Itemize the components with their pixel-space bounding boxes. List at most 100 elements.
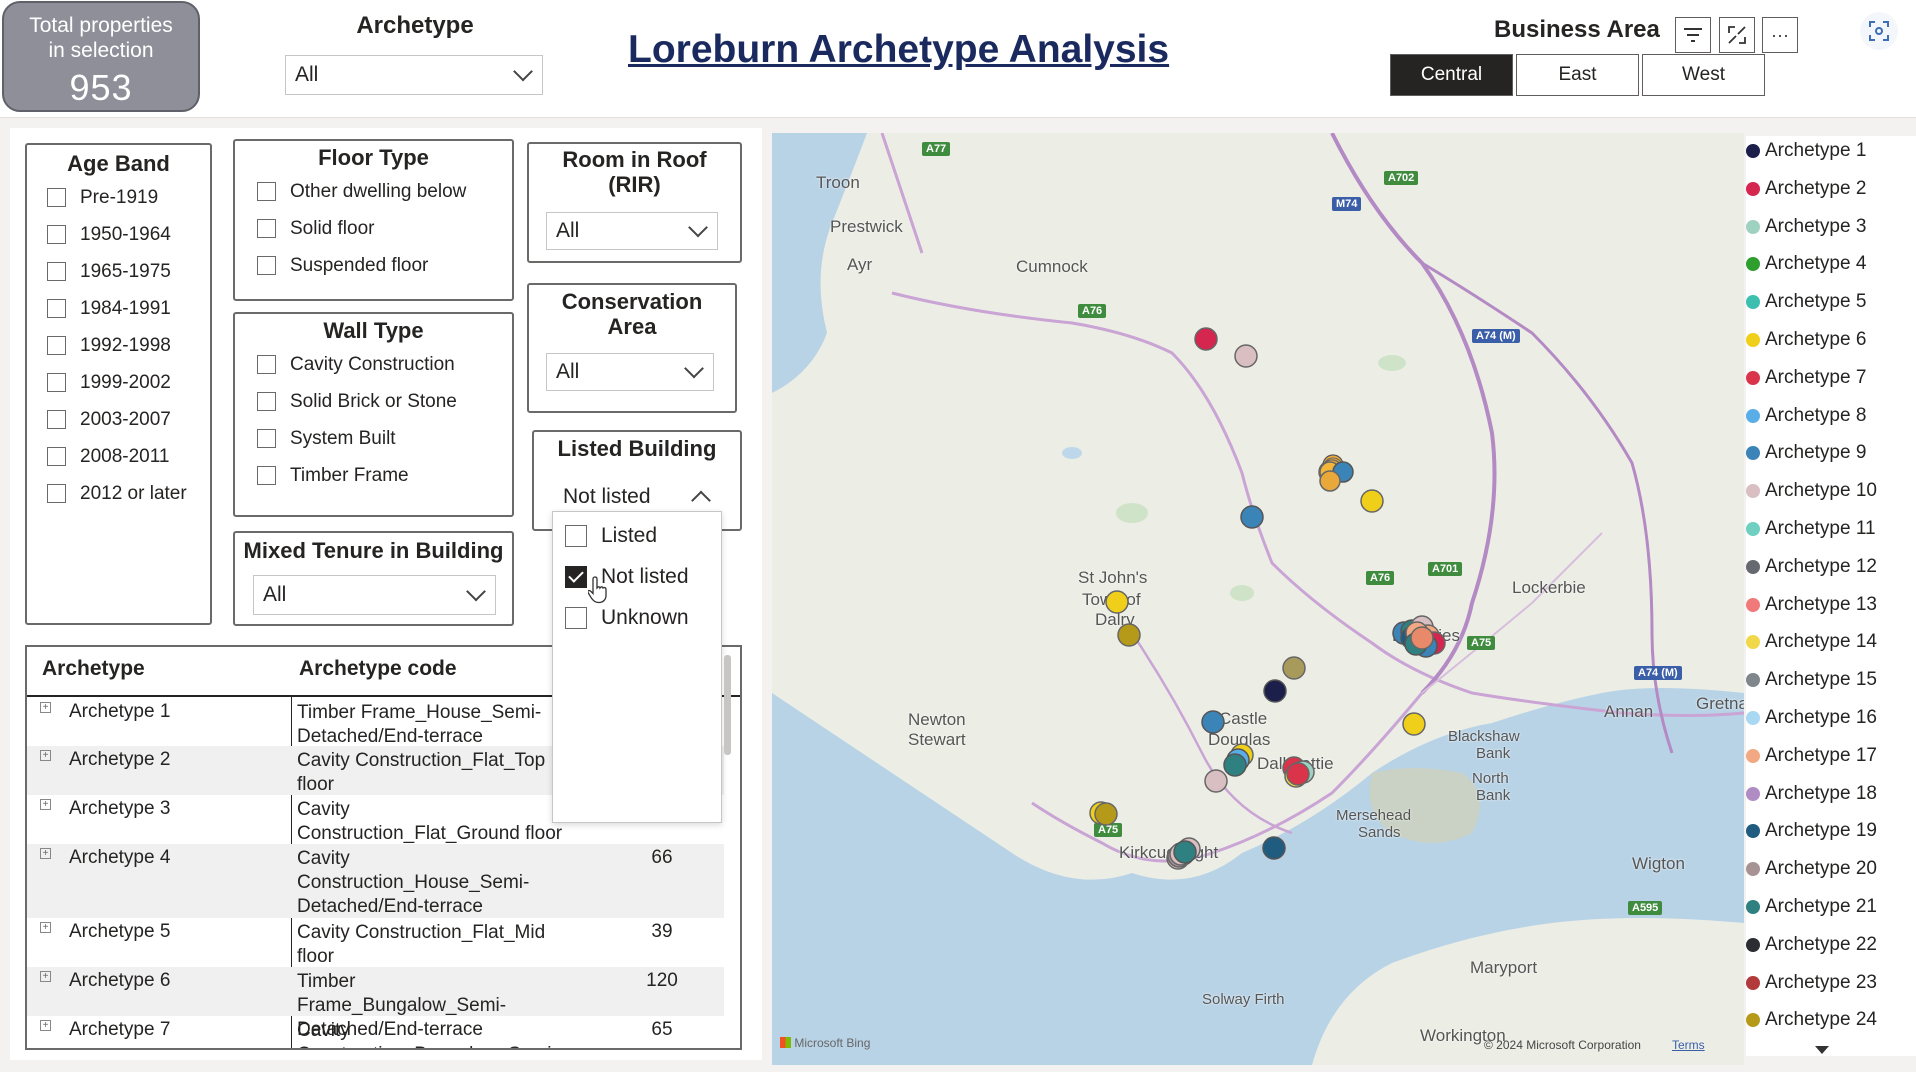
focus-mode-icon[interactable] [1719, 17, 1755, 53]
legend-item[interactable]: Archetype 3 [1746, 212, 1866, 242]
checkbox[interactable] [257, 429, 276, 448]
checkbox[interactable] [565, 525, 587, 547]
wall-type-title: Wall Type [323, 318, 424, 343]
legend-item[interactable]: Archetype 17 [1746, 741, 1877, 771]
checkbox[interactable] [47, 447, 66, 466]
filter-icon[interactable] [1675, 17, 1711, 53]
legend-item[interactable]: Archetype 23 [1746, 968, 1877, 998]
checkbox[interactable] [47, 373, 66, 392]
checkbox[interactable] [47, 336, 66, 355]
checkbox[interactable] [47, 299, 66, 318]
legend-item[interactable]: Archetype 21 [1746, 892, 1877, 922]
checkbox[interactable] [257, 256, 276, 275]
business-area-central[interactable]: Central [1390, 54, 1513, 96]
legend-item[interactable]: Archetype 9 [1746, 438, 1866, 468]
age-band-option[interactable]: 1992-1998 [47, 327, 210, 364]
table-row[interactable]: + Archetype 6 Timber Frame_Bungalow_Semi… [27, 967, 724, 1040]
checkbox[interactable] [565, 607, 587, 629]
expand-icon[interactable]: + [40, 848, 51, 859]
wall-type-option[interactable]: Solid Brick or Stone [257, 383, 512, 420]
expand-icon[interactable]: + [40, 702, 51, 713]
age-band-option[interactable]: 2008-2011 [47, 438, 210, 475]
checkbox[interactable] [47, 484, 66, 503]
floor-type-option[interactable]: Solid floor [257, 210, 512, 247]
checkbox[interactable] [257, 219, 276, 238]
checkbox[interactable] [257, 355, 276, 374]
age-band-title: Age Band [67, 151, 170, 176]
conservation-area-dropdown[interactable]: All [546, 353, 714, 391]
more-options-icon[interactable]: ··· [1762, 17, 1798, 53]
table-row[interactable]: + Archetype 4 Cavity Construction_House_… [27, 844, 724, 918]
screenshot-icon[interactable] [1860, 12, 1898, 50]
legend-label: Archetype 20 [1765, 858, 1877, 880]
legend-item[interactable]: Archetype 7 [1746, 363, 1866, 393]
age-band-option[interactable]: 1984-1991 [47, 290, 210, 327]
checkbox[interactable] [47, 225, 66, 244]
checkbox[interactable] [257, 392, 276, 411]
wall-type-option[interactable]: Cavity Construction [257, 346, 512, 383]
legend-item[interactable]: Archetype 5 [1746, 287, 1866, 317]
floor-type-option[interactable]: Other dwelling below [257, 173, 512, 210]
checkbox[interactable] [47, 262, 66, 281]
legend-dot-icon [1746, 862, 1760, 877]
map-visual[interactable]: Troon Prestwick Ayr Cumnock St John's To… [772, 133, 1744, 1065]
age-band-option[interactable]: 1999-2002 [47, 364, 210, 401]
checkbox[interactable] [47, 188, 66, 207]
checkbox[interactable] [257, 466, 276, 485]
legend-item[interactable]: Archetype 18 [1746, 779, 1877, 809]
expand-icon[interactable]: + [40, 971, 51, 982]
room-in-roof-panel: Room in Roof (RIR) All [527, 142, 742, 263]
checkbox[interactable] [257, 182, 276, 201]
floor-type-option[interactable]: Suspended floor [257, 247, 512, 284]
legend-dot-icon [1746, 937, 1760, 952]
table-row[interactable]: + Archetype 7 Cavity Construction_Bungal… [27, 1016, 724, 1048]
legend-item[interactable]: Archetype 15 [1746, 665, 1877, 695]
legend-item[interactable]: Archetype 14 [1746, 627, 1877, 657]
checkbox[interactable] [47, 410, 66, 429]
floor-type-title: Floor Type [318, 145, 429, 170]
unknown-option[interactable]: Unknown [565, 606, 689, 630]
map-terms-link[interactable]: Terms [1672, 1038, 1705, 1052]
popup-scrollbar[interactable] [724, 655, 731, 755]
checkbox-checked[interactable] [565, 566, 587, 588]
business-area-west[interactable]: West [1642, 54, 1765, 96]
wall-type-option[interactable]: System Built [257, 420, 512, 457]
listed-option[interactable]: Listed [565, 524, 657, 548]
legend-label: Archetype 24 [1765, 1009, 1877, 1031]
not-listed-option[interactable]: Not listed [565, 565, 689, 589]
legend-item[interactable]: Archetype 8 [1746, 401, 1866, 431]
legend-item[interactable]: Archetype 13 [1746, 590, 1877, 620]
expand-icon[interactable]: + [40, 799, 51, 810]
legend-item[interactable]: Archetype 22 [1746, 930, 1877, 960]
table-header-archetype-code[interactable]: Archetype code [299, 657, 457, 681]
expand-icon[interactable]: + [40, 750, 51, 761]
age-band-option[interactable]: 2012 or later [47, 475, 210, 512]
legend-item[interactable]: Archetype 20 [1746, 854, 1877, 884]
table-header-archetype[interactable]: Archetype [42, 657, 145, 681]
legend-item[interactable]: Archetype 6 [1746, 325, 1866, 355]
legend-dot-icon [1746, 711, 1760, 725]
legend-item[interactable]: Archetype 11 [1746, 514, 1876, 544]
room-in-roof-dropdown[interactable]: All [546, 212, 718, 250]
legend-item[interactable]: Archetype 1 [1746, 136, 1866, 166]
legend-item[interactable]: Archetype 16 [1746, 703, 1877, 733]
business-area-east[interactable]: East [1516, 54, 1639, 96]
age-band-option[interactable]: Pre-1919 [47, 179, 210, 216]
age-band-option[interactable]: 1950-1964 [47, 216, 210, 253]
legend-item[interactable]: Archetype 10 [1746, 476, 1877, 506]
wall-type-option[interactable]: Timber Frame [257, 457, 512, 494]
mixed-tenure-dropdown[interactable]: All [253, 575, 496, 615]
legend-item[interactable]: Archetype 12 [1746, 552, 1877, 582]
legend-item[interactable]: Archetype 24 [1746, 1005, 1877, 1035]
legend-item[interactable]: Archetype 2 [1746, 174, 1866, 204]
archetype-dropdown[interactable]: All [285, 55, 543, 95]
legend-item[interactable]: Archetype 4 [1746, 249, 1866, 279]
age-band-option[interactable]: 1965-1975 [47, 253, 210, 290]
legend-scroll-down-icon[interactable] [1815, 1046, 1829, 1054]
expand-icon[interactable]: + [40, 1020, 51, 1031]
legend-dot-icon [1746, 824, 1760, 839]
expand-icon[interactable]: + [40, 922, 51, 933]
table-row[interactable]: + Archetype 5 Cavity Construction_Flat_M… [27, 918, 724, 967]
legend-item[interactable]: Archetype 19 [1746, 816, 1877, 846]
age-band-option[interactable]: 2003-2007 [47, 401, 210, 438]
